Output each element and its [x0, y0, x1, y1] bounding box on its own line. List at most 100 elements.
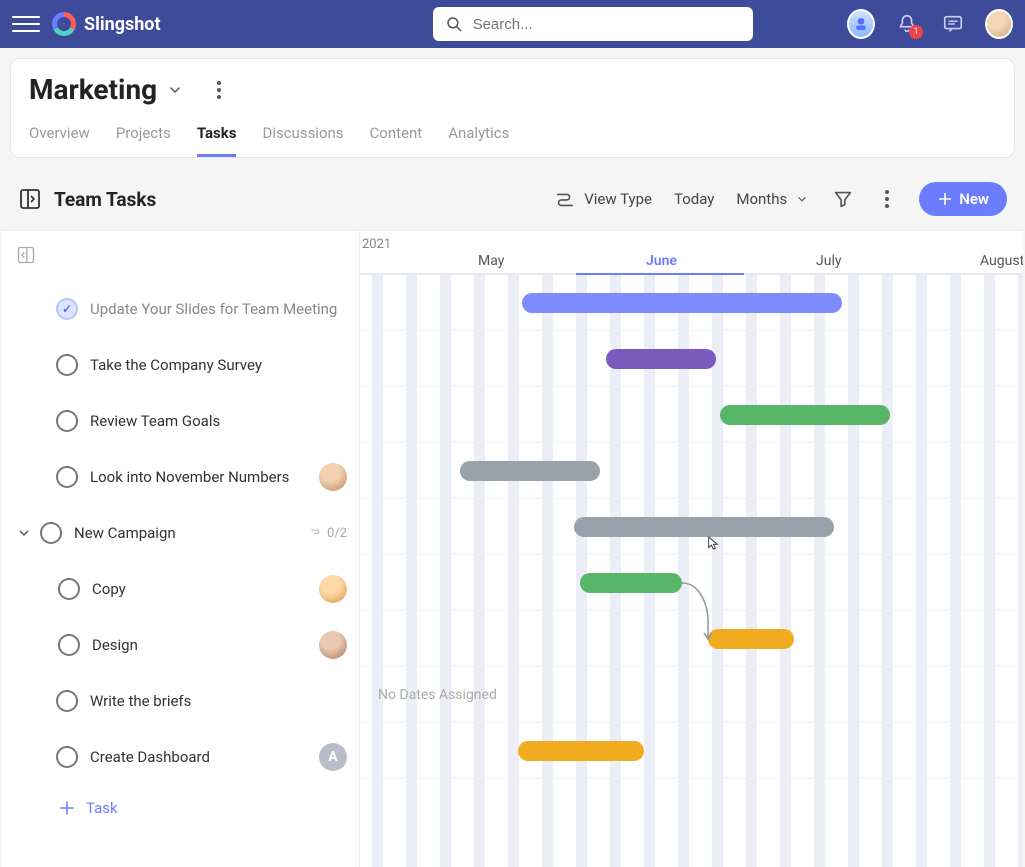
gantt-row: No Dates Assigned [360, 667, 1023, 723]
assignee-avatar[interactable] [319, 463, 347, 491]
gantt-row [360, 331, 1023, 387]
chevron-down-icon [795, 192, 809, 206]
bot-icon [853, 16, 869, 32]
gantt-bar[interactable] [460, 461, 600, 481]
timeline-header: May June July August [360, 231, 1023, 275]
search-input[interactable] [473, 16, 741, 33]
timeline[interactable]: 2021 MayJuneJulyAugust No Dates Assigned [360, 231, 1023, 867]
toolbar-menu-button[interactable] [877, 190, 897, 208]
gantt-row [360, 723, 1023, 779]
no-date-label: No Dates Assigned [378, 687, 497, 703]
task-row: Copy [14, 561, 353, 617]
view-type-icon [554, 188, 576, 210]
panel-icon[interactable] [18, 187, 42, 211]
month-label[interactable]: August [980, 253, 1023, 269]
task-label[interactable]: Create Dashboard [90, 747, 307, 767]
gantt-row [360, 275, 1023, 331]
workspace-title[interactable]: Marketing [29, 73, 157, 106]
task-row: Write the briefs [14, 673, 353, 729]
search-box[interactable] [433, 7, 753, 41]
task-row: Design [14, 617, 353, 673]
tab-overview[interactable]: Overview [29, 124, 90, 157]
notification-badge: 1 [909, 25, 923, 39]
assistant-avatar[interactable] [847, 10, 875, 38]
view-type-button[interactable]: View Type [554, 188, 652, 210]
plus-icon [937, 191, 953, 207]
month-label[interactable]: July [816, 253, 841, 269]
task-label[interactable]: Take the Company Survey [90, 355, 347, 375]
today-button[interactable]: Today [674, 190, 714, 208]
gantt-bar[interactable] [720, 405, 890, 425]
task-row: Look into November Numbers [14, 449, 353, 505]
task-label[interactable]: Update Your Slides for Team Meeting [90, 299, 347, 319]
month-label[interactable]: May [478, 253, 504, 269]
task-checkbox[interactable] [56, 690, 78, 712]
task-label[interactable]: Design [92, 635, 307, 655]
tab-tasks[interactable]: Tasks [197, 124, 237, 157]
new-button[interactable]: New [919, 182, 1007, 216]
task-label[interactable]: Look into November Numbers [90, 467, 307, 487]
gantt-row [360, 387, 1023, 443]
task-row: Create Dashboard A [14, 729, 353, 785]
gantt-bar[interactable] [574, 517, 834, 537]
task-label[interactable]: Review Team Goals [90, 411, 347, 431]
menu-icon[interactable] [12, 10, 40, 38]
search-icon [445, 15, 463, 33]
chevron-down-icon[interactable] [167, 82, 183, 98]
timescale-button[interactable]: Months [736, 190, 809, 208]
task-checkbox[interactable] [40, 522, 62, 544]
app-logo[interactable]: Slingshot [52, 12, 161, 36]
plus-icon [58, 799, 76, 817]
task-row: Update Your Slides for Team Meeting [14, 281, 353, 337]
task-label[interactable]: Write the briefs [90, 691, 347, 711]
nav-icons: 1 [847, 10, 1013, 38]
task-checkbox[interactable] [56, 354, 78, 376]
top-nav: Slingshot 1 [0, 0, 1025, 48]
tab-discussions[interactable]: Discussions [262, 124, 343, 157]
task-checkbox[interactable] [56, 746, 78, 768]
filter-button[interactable] [831, 187, 855, 211]
gantt-bar[interactable] [708, 629, 794, 649]
gantt-bar[interactable] [518, 741, 644, 761]
subtask-count: 0/2 [309, 526, 347, 541]
workspace-tabs: Overview Projects Tasks Discussions Content A… [29, 124, 996, 157]
add-task-button[interactable]: Task [14, 785, 353, 831]
tab-content[interactable]: Content [370, 124, 423, 157]
logo-mark-icon [52, 12, 76, 36]
tasks-toolbar: Team Tasks View Type Today Months New [0, 168, 1025, 230]
gantt-row [360, 499, 1023, 555]
chat-button[interactable] [939, 10, 967, 38]
gantt-rows: No Dates Assigned [360, 275, 1023, 779]
section-title: Team Tasks [54, 188, 156, 211]
task-checkbox[interactable] [56, 410, 78, 432]
task-label[interactable]: New Campaign [74, 523, 297, 543]
task-row: Take the Company Survey [14, 337, 353, 393]
tab-projects[interactable]: Projects [116, 124, 171, 157]
tab-analytics[interactable]: Analytics [448, 124, 509, 157]
task-checkbox[interactable] [56, 298, 78, 320]
task-sidebar: Update Your Slides for Team Meeting Take … [2, 231, 360, 867]
task-checkbox[interactable] [56, 466, 78, 488]
gantt-bar[interactable] [580, 573, 682, 593]
notifications-button[interactable]: 1 [893, 10, 921, 38]
assignee-avatar[interactable]: A [319, 743, 347, 771]
workspace-header: Marketing Overview Projects Tasks Discussio… [10, 58, 1015, 158]
task-checkbox[interactable] [58, 634, 80, 656]
gantt-bar[interactable] [606, 349, 716, 369]
task-label[interactable]: Copy [92, 579, 307, 599]
gantt-row [360, 611, 1023, 667]
month-label[interactable]: June [646, 253, 677, 269]
profile-avatar[interactable] [985, 10, 1013, 38]
task-checkbox[interactable] [58, 578, 80, 600]
chat-icon [942, 13, 964, 35]
gantt-row [360, 443, 1023, 499]
workspace-menu-button[interactable] [209, 81, 229, 99]
gantt-bar[interactable] [522, 293, 842, 313]
assignee-avatar[interactable] [319, 575, 347, 603]
assignee-avatar[interactable] [319, 631, 347, 659]
collapse-icon [16, 245, 36, 265]
app-name: Slingshot [84, 14, 161, 35]
expand-toggle[interactable] [12, 521, 36, 545]
collapse-sidebar-button[interactable] [16, 245, 36, 265]
main-area: Update Your Slides for Team Meeting Take … [2, 230, 1023, 867]
